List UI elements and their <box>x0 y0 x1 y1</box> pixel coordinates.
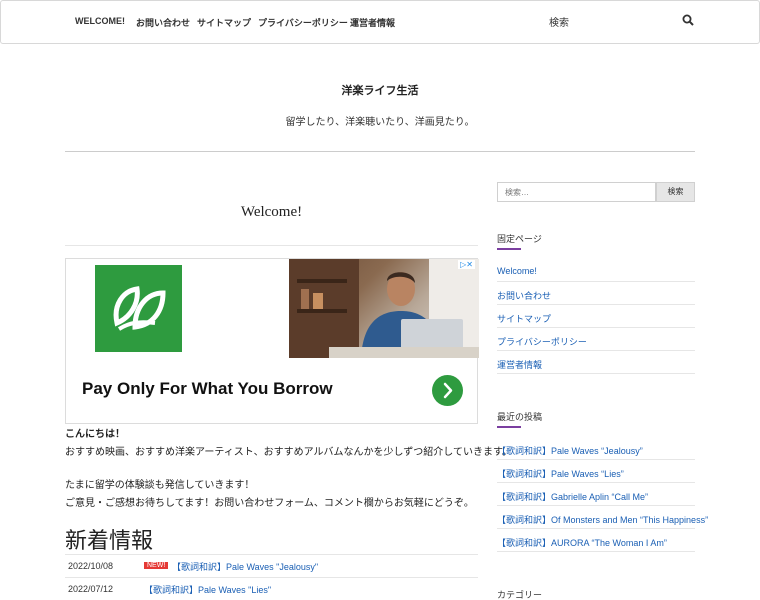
nav-search-label[interactable]: 検索 <box>549 14 569 29</box>
nav-item-operator-info[interactable]: 運営者情報 <box>350 16 395 29</box>
title-divider <box>65 245 478 246</box>
ad-cta-button[interactable] <box>432 375 463 406</box>
sidebar-search-input[interactable] <box>497 182 656 202</box>
news-date: 2022/07/12 <box>68 584 114 594</box>
top-navigation: WELCOME! お問い合わせ サイトマップ プライバシーポリシー 運営者情報 … <box>0 0 760 44</box>
recent-posts-heading: 最近の投稿 <box>497 412 543 422</box>
site-title[interactable]: 洋楽ライフ生活 <box>0 82 760 98</box>
sidebar-link[interactable]: Welcome! <box>497 266 537 276</box>
intro-paragraph: おすすめ映画、おすすめ洋楽アーティスト、おすすめアルバムなんかを少しずつ紹介して… <box>65 447 512 458</box>
ad-logo <box>95 265 182 352</box>
sidebar-link[interactable]: プライバシーポリシー <box>497 335 587 348</box>
sidebar-recent-post: 【歌詞和訳】Pale Waves “Lies” <box>497 460 695 483</box>
sidebar-link[interactable]: 【歌詞和訳】Pale Waves “Lies” <box>497 467 624 480</box>
sidebar-search-button[interactable]: 検索 <box>656 182 695 202</box>
sidebar-item-operator-info: 運営者情報 <box>497 351 695 374</box>
leaf-icon <box>113 286 166 331</box>
news-link[interactable]: 【歌詞和訳】Pale Waves "Jealousy" <box>172 560 318 573</box>
sidebar-item-privacy-policy: プライバシーポリシー <box>497 328 695 351</box>
sidebar-recent-post: 【歌詞和訳】Of Monsters and Men “This Happines… <box>497 506 708 529</box>
fixed-pages-heading: 固定ページ <box>497 234 542 244</box>
sidebar-link[interactable]: 【歌詞和訳】AURORA “The Woman I Am” <box>497 536 667 549</box>
nav-item-sitemap[interactable]: サイトマップ <box>197 16 251 29</box>
heading-underline <box>497 426 521 428</box>
sidebar-recent-post: 【歌詞和訳】AURORA “The Woman I Am” <box>497 529 695 552</box>
sidebar-recent-post: 【歌詞和訳】Pale Waves “Jealousy” <box>497 437 695 460</box>
sidebar-item-sitemap: サイトマップ <box>497 305 695 328</box>
nav-item-privacy-policy[interactable]: プライバシーポリシー <box>258 16 348 29</box>
greeting-text: こんにちは！ <box>65 429 125 440</box>
sidebar-link[interactable]: 【歌詞和訳】Of Monsters and Men “This Happines… <box>497 513 708 526</box>
advertisement[interactable]: ▷✕ Pay Only For What You Borrow <box>65 258 479 424</box>
category-heading: カテゴリー <box>497 590 543 600</box>
feedback-paragraph: ご意見・ご感想お待ちしてます！お問い合わせフォーム、コメント欄からお気軽にどうぞ… <box>65 498 474 509</box>
ad-headline[interactable]: Pay Only For What You Borrow <box>82 379 333 399</box>
nav-item-welcome[interactable]: WELCOME! <box>75 16 125 26</box>
page-title: Welcome! <box>240 204 303 220</box>
nav-item-contact[interactable]: お問い合わせ <box>136 16 190 29</box>
study-abroad-paragraph: たまに留学の体験談も発信していきます！ <box>65 480 255 491</box>
header-divider <box>65 151 695 152</box>
sidebar-link[interactable]: 【歌詞和訳】Pale Waves “Jealousy” <box>497 444 643 457</box>
sidebar-link[interactable]: 【歌詞和訳】Gabrielle Aplin “Call Me” <box>497 490 648 503</box>
news-link[interactable]: 【歌詞和訳】Pale Waves "Lies" <box>144 583 271 596</box>
adchoices-badge[interactable]: ▷✕ <box>458 260 475 269</box>
sidebar-recent-post: 【歌詞和訳】Gabrielle Aplin “Call Me” <box>497 483 695 506</box>
site-description: 留学したり、洋楽聴いたり、洋画見たり。 <box>285 117 475 128</box>
news-heading: 新着情報 <box>65 528 154 553</box>
heading-underline <box>497 248 521 250</box>
sidebar-link[interactable]: サイトマップ <box>497 312 551 325</box>
news-date: 2022/10/08 <box>68 561 114 571</box>
chevron-right-icon <box>443 382 453 399</box>
search-icon[interactable] <box>682 14 694 26</box>
sidebar-item-contact: お問い合わせ <box>497 282 695 305</box>
sidebar-link[interactable]: お問い合わせ <box>497 289 551 302</box>
news-row: 2022/10/08 NEW! 【歌詞和訳】Pale Waves "Jealou… <box>65 554 478 578</box>
new-badge: NEW! <box>144 562 169 569</box>
sidebar-link[interactable]: 運営者情報 <box>497 358 542 371</box>
sidebar-item-welcome: Welcome! <box>497 259 695 282</box>
news-row: 2022/07/12 【歌詞和訳】Pale Waves "Lies" <box>65 577 478 600</box>
ad-photo <box>289 259 479 358</box>
